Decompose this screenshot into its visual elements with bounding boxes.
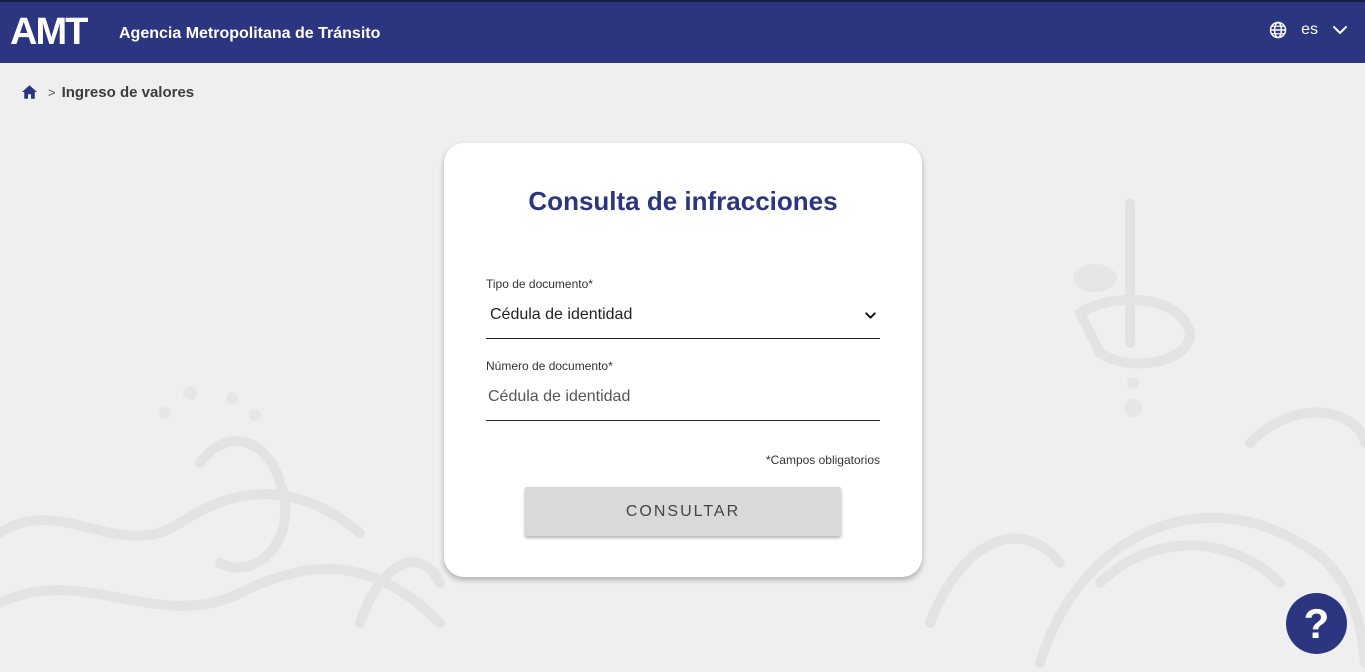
query-form-card: Consulta de infracciones Tipo de documen… bbox=[444, 143, 922, 577]
language-selector[interactable]: es bbox=[1269, 21, 1349, 39]
doc-number-field-wrap bbox=[486, 379, 880, 421]
consultar-button[interactable]: CONSULTAR bbox=[525, 487, 841, 536]
chevron-down-icon bbox=[865, 312, 876, 319]
question-icon: ? bbox=[1303, 600, 1330, 647]
chevron-down-icon bbox=[1333, 26, 1347, 34]
breadcrumb-current: Ingreso de valores bbox=[61, 83, 195, 101]
doc-type-select[interactable]: Cédula de identidad bbox=[486, 297, 880, 339]
doc-type-selected-value: Cédula de identidad bbox=[490, 306, 633, 323]
top-navbar: AMT Agencia Metropolitana de Tránsito es bbox=[0, 0, 1365, 63]
globe-icon bbox=[1269, 21, 1287, 39]
doc-type-label: Tipo de documento* bbox=[486, 277, 593, 291]
doc-number-input[interactable] bbox=[486, 385, 878, 409]
form-title: Consulta de infracciones bbox=[528, 186, 838, 216]
amt-logo[interactable]: AMT bbox=[10, 11, 88, 53]
required-fields-note: *Campos obligatorios bbox=[765, 453, 880, 467]
doc-number-label: Número de documento* bbox=[486, 359, 613, 373]
breadcrumb: > Ingreso de valores bbox=[20, 83, 194, 101]
help-button[interactable]: ? bbox=[1286, 593, 1347, 654]
home-icon[interactable] bbox=[20, 83, 39, 101]
breadcrumb-separator: > bbox=[48, 84, 56, 100]
language-code: es bbox=[1301, 21, 1318, 38]
agency-name: Agencia Metropolitana de Tránsito bbox=[119, 25, 381, 42]
